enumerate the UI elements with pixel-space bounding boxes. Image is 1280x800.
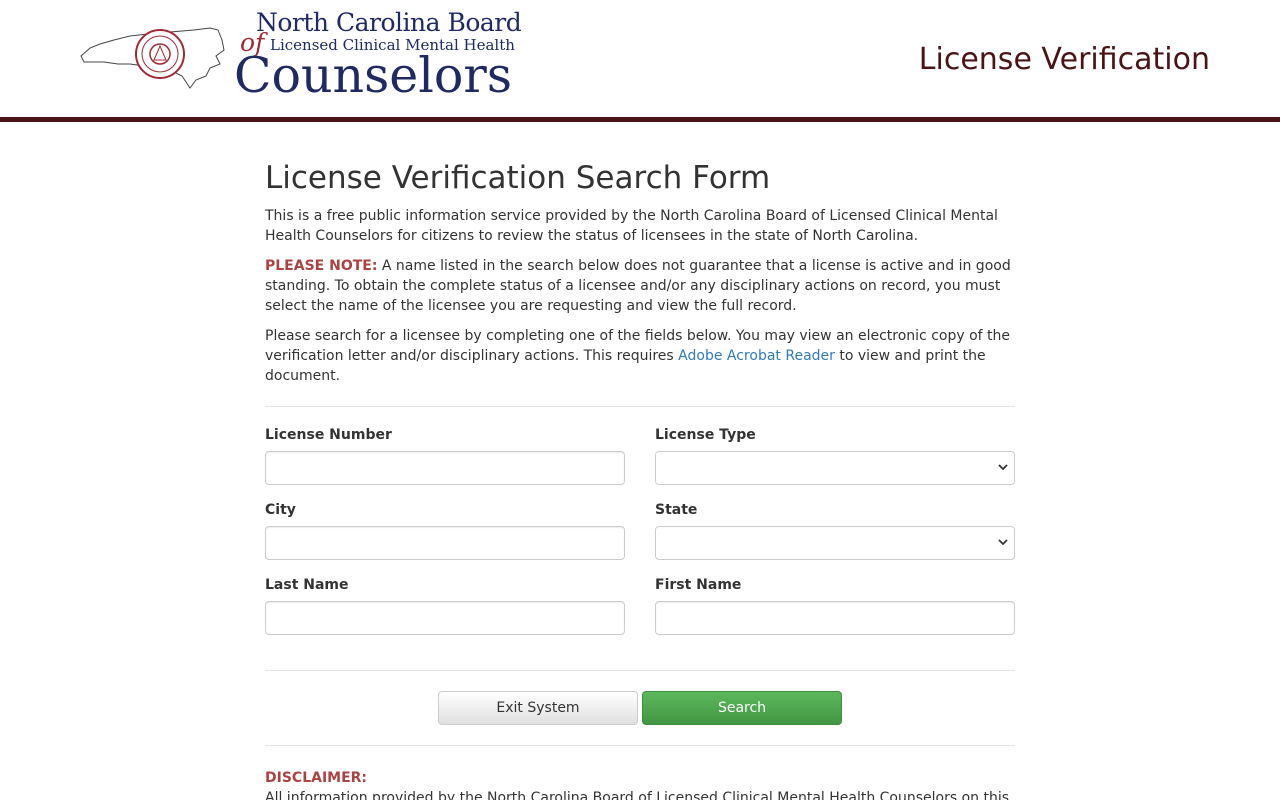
- license-type-group: License Type: [655, 427, 1015, 485]
- first-name-label: First Name: [655, 577, 742, 593]
- city-input[interactable]: [265, 526, 625, 560]
- license-number-input[interactable]: [265, 451, 625, 485]
- logo-line-3: Counselors: [234, 47, 512, 104]
- state-select[interactable]: [655, 526, 1015, 560]
- license-number-group: License Number: [265, 427, 625, 485]
- disclaimer-text: All information provided by the North Ca…: [265, 790, 1010, 800]
- search-button[interactable]: Search: [642, 691, 842, 725]
- header-divider: [0, 117, 1280, 122]
- exit-system-button[interactable]: Exit System: [438, 691, 638, 725]
- note-label: PLEASE NOTE:: [265, 258, 378, 274]
- city-group: City: [265, 502, 625, 560]
- last-name-label: Last Name: [265, 577, 349, 593]
- disclaimer-label: DISCLAIMER:: [265, 770, 368, 786]
- site-header: North Carolina Board of Licensed Clinica…: [0, 0, 1280, 117]
- first-name-group: First Name: [655, 577, 1015, 635]
- header-title: License Verification: [918, 42, 1210, 77]
- state-group: State: [655, 502, 1015, 560]
- logo-line-1: North Carolina Board: [256, 8, 522, 37]
- page-title: License Verification Search Form: [265, 160, 771, 196]
- chevron-down-icon: [998, 464, 1008, 471]
- note-text: A name listed in the search below does n…: [265, 258, 1011, 314]
- city-label: City: [265, 502, 296, 518]
- license-number-label: License Number: [265, 427, 392, 443]
- board-logo[interactable]: North Carolina Board of Licensed Clinica…: [78, 6, 522, 106]
- form-actions: Exit System Search: [265, 691, 1015, 725]
- intro-paragraph: This is a free public information servic…: [265, 208, 998, 244]
- note-paragraph: PLEASE NOTE: A name listed in the search…: [265, 256, 1015, 316]
- license-type-select[interactable]: [655, 451, 1015, 485]
- chevron-down-icon: [998, 539, 1008, 546]
- search-instructions: Please search for a licensee by completi…: [265, 326, 1015, 386]
- nc-state-map-icon: [80, 27, 225, 89]
- divider: [265, 745, 1015, 746]
- adobe-reader-link[interactable]: Adobe Acrobat Reader: [678, 348, 835, 364]
- first-name-input[interactable]: [655, 601, 1015, 635]
- divider: [265, 670, 1015, 671]
- state-label: State: [655, 502, 698, 518]
- main-content: License Verification Search Form This is…: [265, 158, 1015, 800]
- divider: [265, 406, 1015, 407]
- search-form: License Number License Type City State L…: [265, 427, 1015, 652]
- last-name-group: Last Name: [265, 577, 625, 635]
- last-name-input[interactable]: [265, 601, 625, 635]
- license-type-label: License Type: [655, 427, 756, 443]
